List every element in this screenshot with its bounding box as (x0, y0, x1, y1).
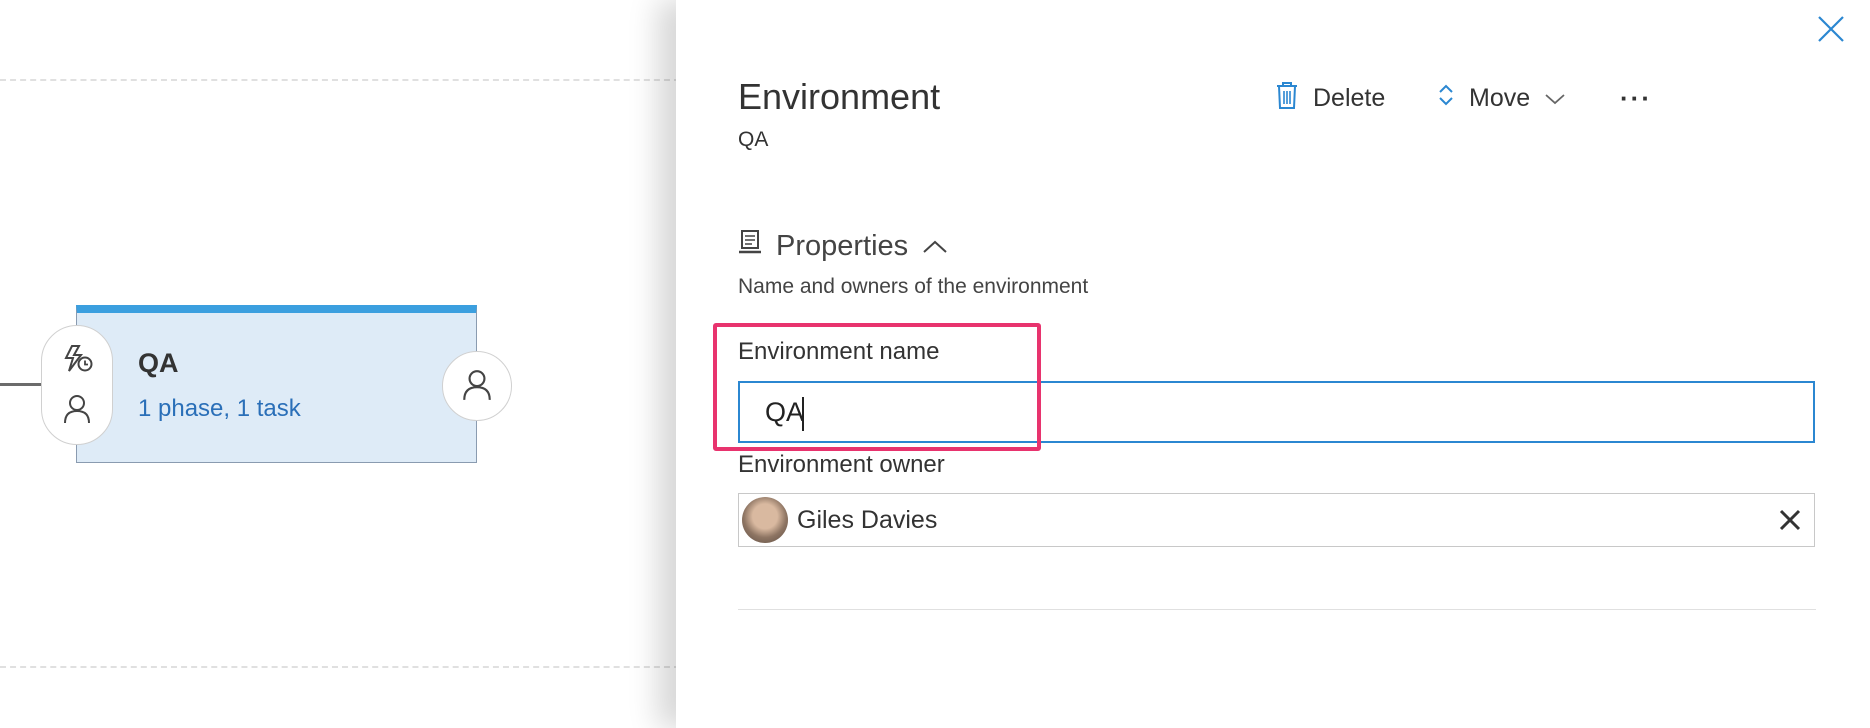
move-button[interactable]: Move (1437, 80, 1566, 116)
properties-icon (738, 228, 762, 264)
move-button-label: Move (1469, 83, 1531, 112)
pre-deployment-conditions[interactable] (41, 325, 113, 445)
properties-section-toggle[interactable]: Properties (738, 228, 948, 264)
trash-icon (1275, 80, 1299, 117)
panel-subtitle: QA (738, 128, 769, 151)
pipeline-stage-area: QA 1 phase, 1 task (0, 0, 680, 728)
stage-lane-divider-top (0, 79, 680, 81)
up-down-arrows-icon (1437, 81, 1455, 116)
owner-name: Giles Davies (797, 506, 938, 534)
stage-connector-line (0, 383, 44, 386)
text-caret (802, 397, 804, 431)
delete-button[interactable]: Delete (1275, 80, 1385, 116)
more-actions-button[interactable]: ··· (1620, 80, 1652, 116)
environment-card-title[interactable]: QA (138, 348, 179, 379)
environment-name-input[interactable] (738, 381, 1815, 443)
environment-owner-label: Environment owner (738, 451, 945, 478)
chevron-down-icon (1544, 84, 1566, 113)
close-icon[interactable] (1816, 14, 1846, 44)
environment-card-summary[interactable]: 1 phase, 1 task (138, 395, 301, 423)
delete-button-label: Delete (1313, 83, 1386, 112)
post-deployment-conditions[interactable] (442, 351, 512, 421)
environment-card[interactable] (76, 305, 477, 463)
panel-title: Environment (738, 76, 941, 117)
close-icon[interactable] (1777, 507, 1803, 533)
environment-name-label: Environment name (738, 338, 940, 365)
stage-lane-divider-bottom (0, 666, 680, 668)
person-icon[interactable] (62, 393, 92, 430)
properties-description: Name and owners of the environment (738, 275, 1089, 298)
environment-name-value[interactable]: QA (765, 397, 804, 428)
person-icon[interactable] (461, 368, 493, 407)
chevron-up-icon (922, 230, 948, 263)
section-divider (738, 609, 1816, 610)
properties-section-title: Properties (776, 229, 909, 262)
lightning-schedule-icon[interactable] (62, 344, 94, 379)
avatar (742, 497, 788, 543)
